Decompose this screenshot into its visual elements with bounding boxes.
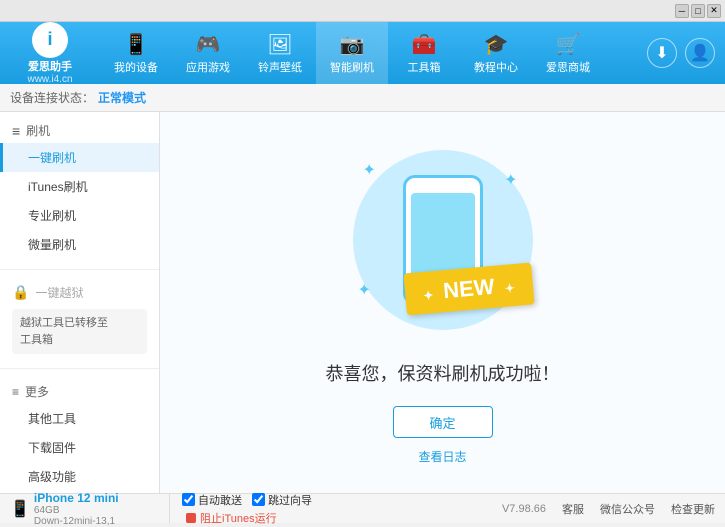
main-layout: ≡ 刷机 一键刷机 iTunes刷机 专业刷机 微量刷机 🔒 一键越狱	[0, 112, 725, 493]
user-btn[interactable]: 👤	[685, 38, 715, 68]
sparkle-icon-2: ✦	[504, 170, 517, 190]
apps-icon: 🎮	[196, 32, 221, 57]
nav-device-label: 我的设备	[114, 59, 158, 75]
nav-tools[interactable]: 🧰 工具箱	[388, 22, 460, 84]
sidebar-item-advanced[interactable]: 高级功能	[0, 462, 159, 491]
customer-service-link[interactable]: 客服	[562, 501, 584, 517]
checkbox-area: 自动敢送 跳过向导	[178, 492, 316, 508]
nav-tutorials[interactable]: 🎓 教程中心	[460, 22, 532, 84]
sidebar-divider-2	[0, 368, 159, 369]
sidebar-jailbreak-note: 越狱工具已转移至工具箱	[12, 309, 147, 354]
nav-items: 📱 我的设备 🎮 应用游戏 🖼 铃声壁纸 📷 智能刷机 🧰 工具箱 🎓 教程中心…	[100, 22, 647, 84]
nav-tutorials-label: 教程中心	[474, 59, 518, 75]
device-model: Down-12mini-13,1	[34, 516, 119, 527]
nav-smart-label: 智能刷机	[330, 59, 374, 75]
logo-area: i 爱思助手 www.i4.cn	[0, 22, 100, 85]
sidebar-section-jailbreak: 🔒 一键越狱 越狱工具已转移至工具箱	[0, 274, 159, 364]
auto-track-checkbox-label[interactable]: 自动敢送	[182, 492, 242, 508]
nav-tools-label: 工具箱	[408, 59, 441, 75]
skip-wizard-checkbox-label[interactable]: 跳过向导	[252, 492, 312, 508]
device-info-row: 📱 iPhone 12 mini 64GB Down-12mini-13,1	[10, 491, 161, 527]
content-area: NEW ✦ ✦ ✦ 恭喜您，保资料刷机成功啦！ 确定 查看日志	[160, 112, 725, 493]
bottom-bar: 📱 iPhone 12 mini 64GB Down-12mini-13,1 自…	[0, 493, 725, 523]
nav-apps-label: 应用游戏	[186, 59, 230, 75]
tutorials-icon: 🎓	[484, 32, 509, 57]
title-bar: ─ □ ✕	[0, 0, 725, 22]
smart-icon: 📷	[340, 32, 365, 57]
sidebar-section-flash: ≡ 刷机 一键刷机 iTunes刷机 专业刷机 微量刷机	[0, 112, 159, 265]
auto-track-checkbox[interactable]	[182, 493, 195, 506]
more-section-icon: ≡	[12, 385, 19, 399]
guide-link[interactable]: 查看日志	[418, 448, 466, 465]
sidebar-section-more: ≡ 更多 其他工具 下载固件 高级功能	[0, 373, 159, 493]
bottom-left-section: 📱 iPhone 12 mini 64GB Down-12mini-13,1	[10, 494, 170, 523]
wechat-link[interactable]: 微信公众号	[600, 501, 655, 517]
sidebar: ≡ 刷机 一键刷机 iTunes刷机 专业刷机 微量刷机 🔒 一键越狱	[0, 112, 160, 493]
sidebar-header-jailbreak: 🔒 一键越狱	[0, 280, 159, 305]
nav-shop[interactable]: 🛒 爱思商城	[532, 22, 604, 84]
nav-shop-label: 爱思商城	[546, 59, 590, 75]
new-ribbon-text: NEW	[442, 274, 495, 303]
device-name: iPhone 12 mini	[34, 491, 119, 505]
device-storage: 64GB	[34, 505, 119, 516]
stop-icon	[186, 513, 196, 523]
sidebar-header-more-label: 更多	[25, 383, 49, 400]
sparkle-icon-3: ✦	[358, 280, 371, 300]
sidebar-header-jailbreak-label: 一键越狱	[35, 284, 83, 301]
sidebar-header-more: ≡ 更多	[0, 379, 159, 404]
minimize-btn[interactable]: ─	[675, 4, 689, 18]
skip-wizard-checkbox[interactable]	[252, 493, 265, 506]
tools-icon: 🧰	[412, 32, 437, 57]
nav-smart[interactable]: 📷 智能刷机	[316, 22, 388, 84]
sidebar-item-pro[interactable]: 专业刷机	[0, 201, 159, 230]
success-text: 恭喜您，保资料刷机成功啦！	[326, 360, 560, 386]
sidebar-item-other-tools[interactable]: 其他工具	[0, 404, 159, 433]
nav-wallpaper[interactable]: 🖼 铃声壁纸	[244, 22, 316, 84]
bottom-right-section: V7.98.66 客服 微信公众号 检查更新	[502, 501, 715, 517]
status-value: 正常模式	[98, 89, 146, 106]
bottom-middle-section: 自动敢送 跳过向导 阻止iTunes运行	[170, 492, 324, 526]
nav-apps[interactable]: 🎮 应用游戏	[172, 22, 244, 84]
maximize-btn[interactable]: □	[691, 4, 705, 18]
confirm-button[interactable]: 确定	[393, 406, 493, 438]
sidebar-item-onekey[interactable]: 一键刷机	[0, 143, 159, 172]
check-update-link[interactable]: 检查更新	[671, 501, 715, 517]
logo-icon: i	[32, 22, 68, 58]
sparkle-icon-1: ✦	[363, 160, 376, 180]
status-label: 设备连接状态：	[10, 89, 94, 106]
itunes-status: 阻止iTunes运行	[178, 510, 316, 526]
device-icon: 📱	[124, 32, 149, 57]
nav-device[interactable]: 📱 我的设备	[100, 22, 172, 84]
header: i 爱思助手 www.i4.cn 📱 我的设备 🎮 应用游戏 🖼 铃声壁纸 📷 …	[0, 22, 725, 84]
sidebar-divider-1	[0, 269, 159, 270]
sidebar-header-flash: ≡ 刷机	[0, 118, 159, 143]
logo-text-line1: 爱思助手	[28, 58, 72, 74]
phone-illustration: NEW ✦ ✦ ✦	[343, 140, 543, 340]
close-btn[interactable]: ✕	[707, 4, 721, 18]
itunes-status-label: 阻止iTunes运行	[200, 510, 277, 526]
shop-icon: 🛒	[556, 32, 581, 57]
sidebar-item-micro[interactable]: 微量刷机	[0, 230, 159, 259]
nav-wallpaper-label: 铃声壁纸	[258, 59, 302, 75]
status-bar: 设备连接状态： 正常模式	[0, 84, 725, 112]
bottom-device-icon: 📱	[10, 499, 30, 519]
skip-wizard-label: 跳过向导	[268, 492, 312, 508]
sidebar-item-itunes[interactable]: iTunes刷机	[0, 172, 159, 201]
sidebar-item-download[interactable]: 下载固件	[0, 433, 159, 462]
lock-icon: 🔒	[12, 284, 29, 301]
version-label: V7.98.66	[502, 503, 546, 515]
logo-text-line2: www.i4.cn	[27, 74, 72, 85]
flash-section-icon: ≡	[12, 123, 20, 139]
wallpaper-icon: 🖼	[267, 32, 292, 57]
auto-track-label: 自动敢送	[198, 492, 242, 508]
nav-right-area: ⬇ 👤	[647, 38, 725, 68]
sidebar-header-flash-label: 刷机	[26, 122, 50, 139]
download-btn[interactable]: ⬇	[647, 38, 677, 68]
